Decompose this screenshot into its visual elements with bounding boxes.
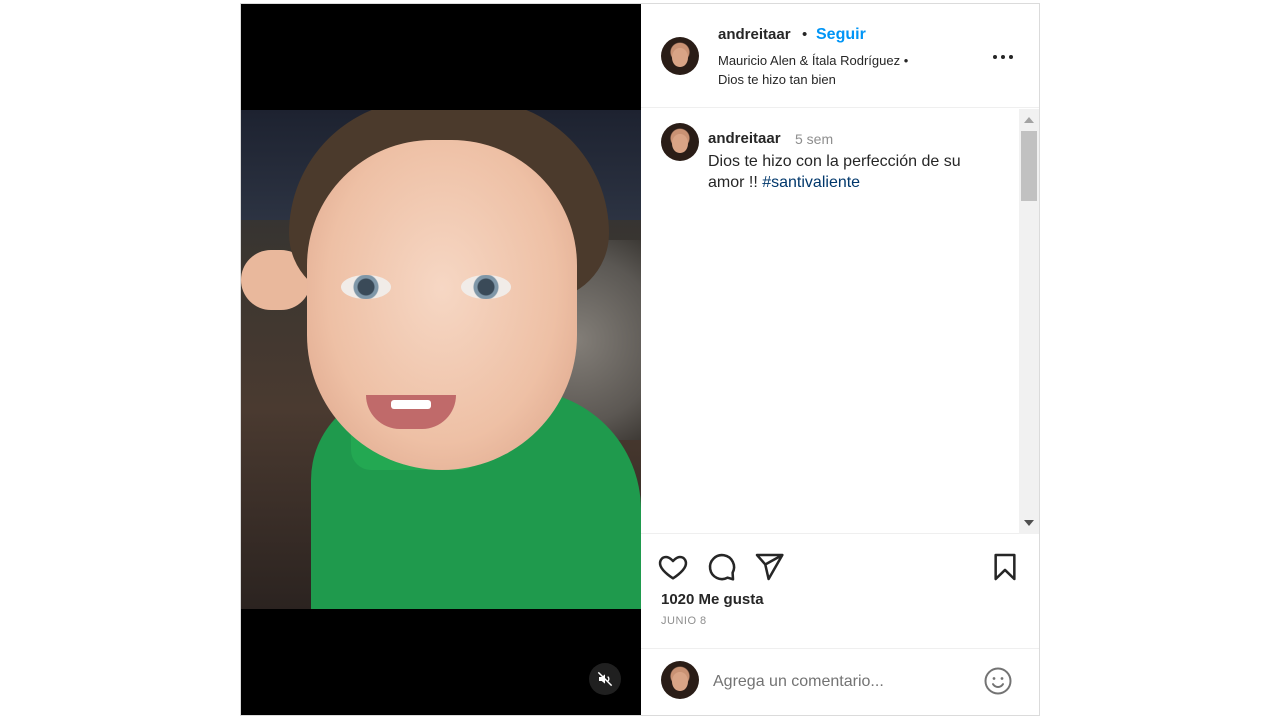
comment-bubble-icon[interactable]: [705, 551, 737, 583]
post-header: andreitaar • Seguir Mauricio Alen & Ítal…: [641, 4, 1039, 108]
action-bar: [641, 544, 1039, 594]
caption-username[interactable]: andreitaar: [708, 130, 781, 147]
emoji-icon[interactable]: [983, 666, 1013, 696]
scrollbar[interactable]: [1019, 109, 1039, 534]
avatar[interactable]: [661, 37, 699, 75]
more-horizontal-icon: [993, 55, 997, 59]
likes-count[interactable]: 1020 Me gusta: [661, 591, 764, 608]
scrollbar-thumb[interactable]: [1021, 131, 1037, 201]
post-media[interactable]: [241, 4, 641, 715]
scroll-down-arrow[interactable]: [1024, 520, 1034, 526]
more-options-button[interactable]: [993, 52, 1017, 62]
hashtag-link[interactable]: #santivaliente: [762, 174, 860, 191]
separator-dot: •: [802, 26, 808, 43]
scroll-up-arrow[interactable]: [1024, 117, 1034, 123]
heart-icon[interactable]: [657, 551, 689, 583]
caption-text: Dios te hizo con la perfección de su amo…: [708, 153, 961, 191]
bookmark-icon[interactable]: [989, 551, 1021, 583]
paper-plane-icon[interactable]: [753, 551, 785, 583]
caption-timestamp[interactable]: 5 sem: [795, 131, 833, 147]
post-sidebar: andreitaar • Seguir Mauricio Alen & Ítal…: [641, 4, 1039, 715]
post-date[interactable]: JUNIO 8: [661, 615, 707, 627]
author-username[interactable]: andreitaar: [718, 26, 791, 43]
comment-input[interactable]: [713, 671, 973, 693]
audio-credit[interactable]: Mauricio Alen & Ítala Rodríguez •: [718, 53, 908, 68]
speaker-muted-icon: [597, 671, 613, 687]
comments-section: andreitaar 5 sem Dios te hizo con la per…: [641, 109, 1039, 534]
avatar: [661, 661, 699, 699]
follow-button[interactable]: Seguir: [816, 26, 866, 44]
add-comment-bar: [641, 648, 1039, 715]
mute-button[interactable]: [589, 663, 621, 695]
post-video[interactable]: [241, 110, 641, 609]
instagram-post: andreitaar • Seguir Mauricio Alen & Ítal…: [240, 3, 1040, 716]
avatar[interactable]: [661, 123, 699, 161]
location-label[interactable]: Dios te hizo tan bien: [718, 72, 836, 87]
